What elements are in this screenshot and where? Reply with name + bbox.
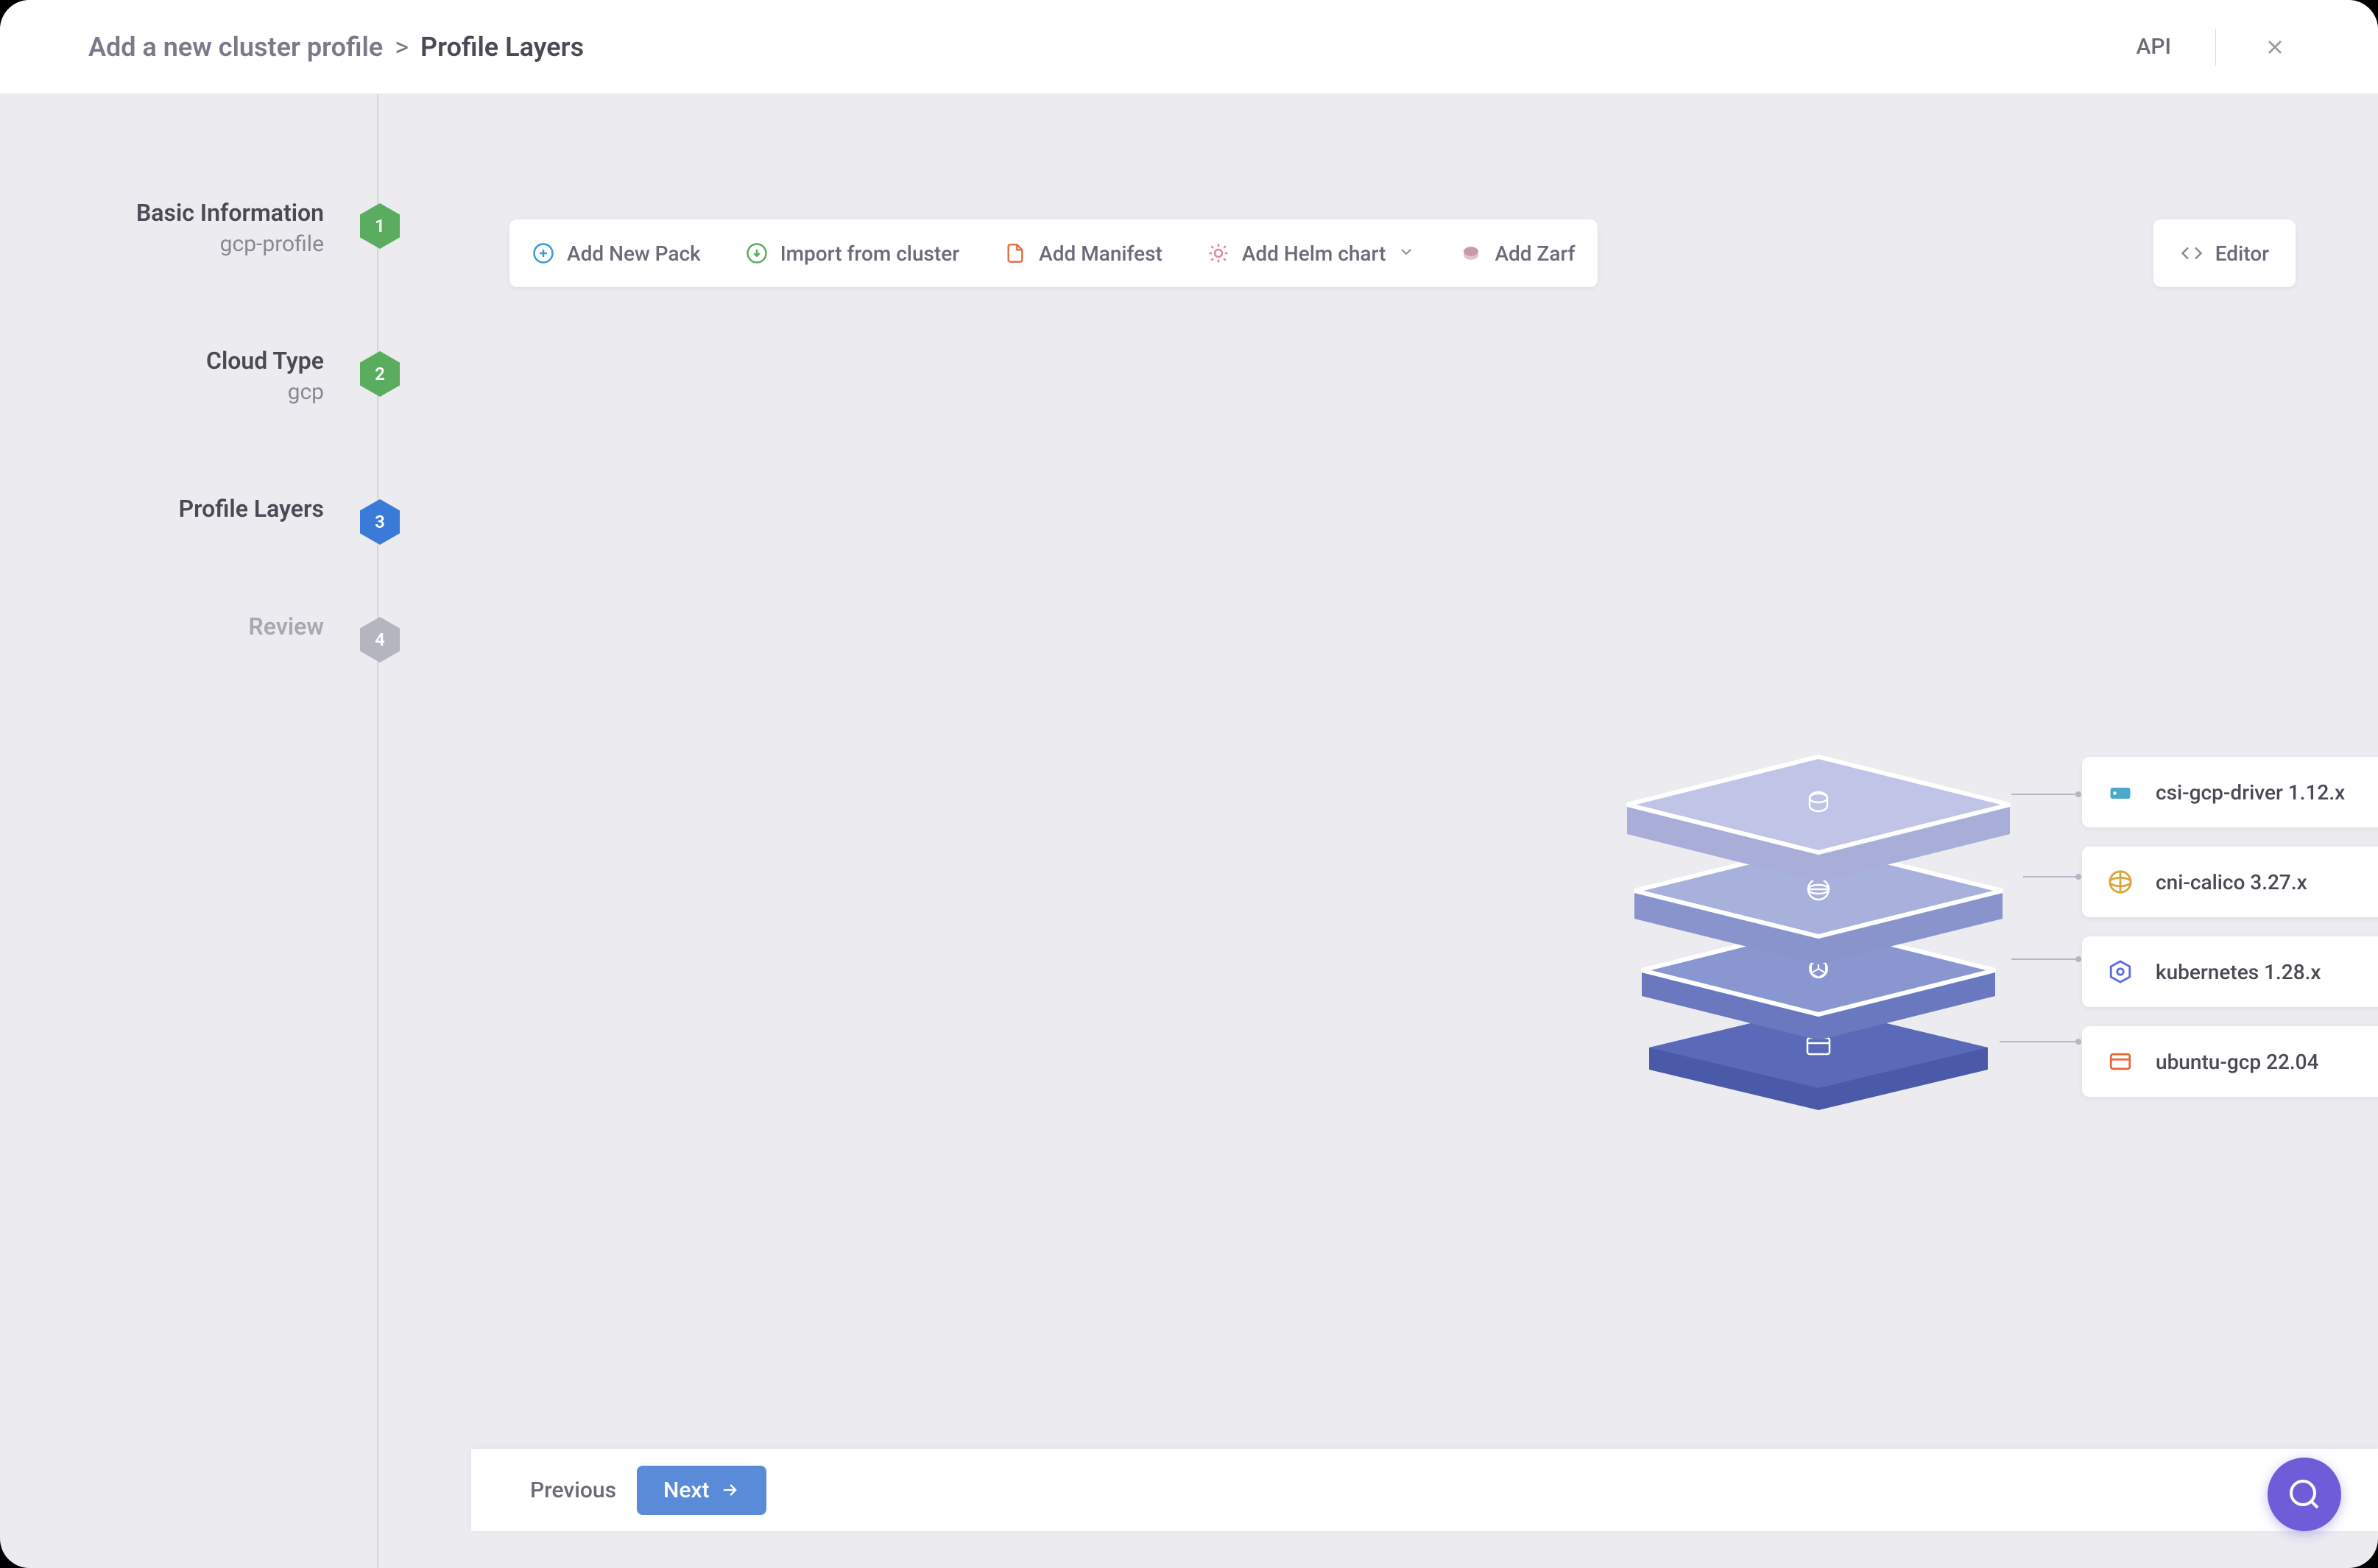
arrow-right-icon xyxy=(719,1480,740,1500)
step-title: Cloud Type xyxy=(206,347,324,375)
search-zoom-icon xyxy=(2287,1477,2322,1512)
header: Add a new cluster profile > Profile Laye… xyxy=(0,0,2378,94)
main-content: Add New Pack Import from cluster Add Man… xyxy=(383,94,2378,1568)
step-title: Review xyxy=(248,612,324,640)
add-zarf-button[interactable]: Add Zarf xyxy=(1459,241,1575,266)
connector-line xyxy=(2011,958,2078,960)
layer-card-storage[interactable]: csi-gcp-driver 1.12.x Storage xyxy=(2082,757,2378,827)
code-icon xyxy=(2180,241,2204,265)
close-icon xyxy=(2263,35,2287,59)
layer-cards: csi-gcp-driver 1.12.x Storage cni-calico… xyxy=(2082,757,2378,1116)
breadcrumb-current: Profile Layers xyxy=(420,32,584,63)
step-subtitle: gcp-profile xyxy=(136,231,324,257)
helm-icon xyxy=(1207,241,1230,265)
toolbar: Add New Pack Import from cluster Add Man… xyxy=(509,219,1598,287)
close-button[interactable] xyxy=(2260,32,2290,62)
layer-name: csi-gcp-driver 1.12.x xyxy=(2156,780,2378,805)
download-circle-icon xyxy=(745,241,769,265)
step-title: Profile Layers xyxy=(179,495,324,523)
add-helm-chart-button[interactable]: Add Helm chart xyxy=(1207,241,1416,266)
editor-button[interactable]: Editor xyxy=(2153,219,2296,287)
breadcrumb-separator: > xyxy=(395,32,409,63)
breadcrumb-parent[interactable]: Add a new cluster profile xyxy=(88,32,383,63)
add-manifest-button[interactable]: Add Manifest xyxy=(1003,241,1162,266)
step-review[interactable]: Review 4 xyxy=(0,611,383,640)
layer-card-kubernetes[interactable]: kubernetes 1.28.x Kubernetes xyxy=(2082,936,2378,1007)
previous-button[interactable]: Previous xyxy=(527,1467,619,1514)
connector-line xyxy=(2000,1041,2078,1042)
kubernetes-icon xyxy=(2106,957,2135,986)
connector-line xyxy=(2023,876,2078,877)
footer: Previous Next xyxy=(471,1449,2378,1531)
file-icon xyxy=(1003,241,1027,265)
chevron-down-icon xyxy=(1397,241,1415,266)
globe-icon xyxy=(2106,867,2135,897)
step-profile-layers[interactable]: Profile Layers 3 xyxy=(0,493,383,523)
zarf-icon xyxy=(1459,241,1483,265)
layer-card-os[interactable]: ubuntu-gcp 22.04 OS xyxy=(2082,1026,2378,1097)
layer-name: cni-calico 3.27.x xyxy=(2156,870,2378,894)
layer-name: kubernetes 1.28.x xyxy=(2156,960,2378,984)
help-fab[interactable] xyxy=(2268,1458,2341,1531)
layer-card-network[interactable]: cni-calico 3.27.x Network xyxy=(2082,847,2378,917)
breadcrumb: Add a new cluster profile > Profile Laye… xyxy=(88,32,2136,63)
add-new-pack-button[interactable]: Add New Pack xyxy=(532,241,701,266)
layer-stack-illustration xyxy=(1605,735,2032,1117)
storage-icon xyxy=(2106,777,2135,807)
window-icon xyxy=(2106,1047,2135,1076)
wizard-sidebar: Basic Information gcp-profile 1 Cloud Ty… xyxy=(0,94,383,1568)
step-subtitle: gcp xyxy=(206,379,324,405)
step-title: Basic Information xyxy=(136,199,324,227)
step-basic-information[interactable]: Basic Information gcp-profile 1 xyxy=(0,197,383,257)
plus-circle-icon xyxy=(532,241,555,265)
api-link[interactable]: API xyxy=(2136,34,2171,60)
next-button[interactable]: Next xyxy=(637,1466,766,1515)
connector-line xyxy=(2011,794,2078,795)
step-cloud-type[interactable]: Cloud Type gcp 2 xyxy=(0,345,383,405)
import-from-cluster-button[interactable]: Import from cluster xyxy=(745,241,959,266)
layer-name: ubuntu-gcp 22.04 xyxy=(2156,1050,2378,1074)
divider xyxy=(2215,29,2216,66)
